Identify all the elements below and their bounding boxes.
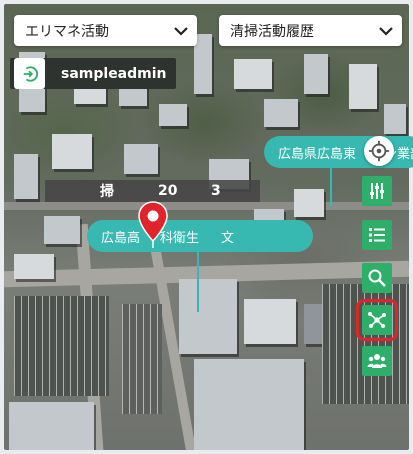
info-bar-col3: 3 xyxy=(211,183,221,199)
map-pin-icon[interactable] xyxy=(137,201,169,249)
search-icon xyxy=(368,269,386,287)
layers-button[interactable] xyxy=(362,176,392,206)
logout-icon xyxy=(23,65,38,82)
network-icon xyxy=(368,312,386,328)
building xyxy=(159,104,187,126)
users-button[interactable] xyxy=(362,346,392,376)
place-label-end: 文 xyxy=(221,230,235,246)
info-bar-col2: 20 xyxy=(158,183,178,199)
user-name: sampleadmin xyxy=(61,65,167,82)
list-button[interactable] xyxy=(362,220,392,250)
building xyxy=(264,99,298,127)
locate-button[interactable] xyxy=(364,136,394,166)
user-chip: sampleadmin xyxy=(10,58,176,89)
info-bar: 掃 20 3 xyxy=(45,180,260,202)
label-tail xyxy=(197,252,199,312)
parking-lot xyxy=(14,296,109,396)
users-icon xyxy=(367,354,387,368)
building xyxy=(179,279,237,354)
place-label-text: 広島高 xyxy=(101,230,141,246)
history-select[interactable]: 清掃活動履歴 xyxy=(219,15,402,46)
area-select-value: エリマネ活動 xyxy=(25,23,109,40)
building xyxy=(384,104,406,134)
building xyxy=(14,154,38,199)
crosshair-icon xyxy=(368,140,390,162)
building xyxy=(244,299,296,344)
building xyxy=(294,189,324,217)
label-tail xyxy=(330,166,332,206)
building xyxy=(349,64,377,109)
building xyxy=(9,402,94,450)
building xyxy=(194,359,304,450)
info-bar-col1: 掃 xyxy=(100,184,114,200)
chevron-down-icon xyxy=(174,26,188,36)
area-select[interactable]: エリマネ活動 xyxy=(14,15,197,46)
building xyxy=(44,216,80,244)
place-label-text: 広島県広島東 xyxy=(278,146,357,162)
logout-button[interactable] xyxy=(14,58,45,89)
building xyxy=(234,59,272,89)
parking-lot xyxy=(122,304,162,414)
list-icon xyxy=(369,228,385,242)
building xyxy=(14,254,54,279)
building xyxy=(52,134,92,169)
building xyxy=(124,144,158,174)
chevron-down-icon xyxy=(379,26,393,36)
parking-lot xyxy=(322,284,409,404)
road xyxy=(4,202,409,210)
network-button[interactable] xyxy=(356,299,398,341)
sliders-icon xyxy=(370,183,384,199)
search-button[interactable] xyxy=(362,263,392,293)
building xyxy=(304,54,328,94)
history-select-value: 清掃活動履歴 xyxy=(230,23,314,40)
place-label[interactable]: 広島高 科衛生 文 xyxy=(87,220,313,252)
